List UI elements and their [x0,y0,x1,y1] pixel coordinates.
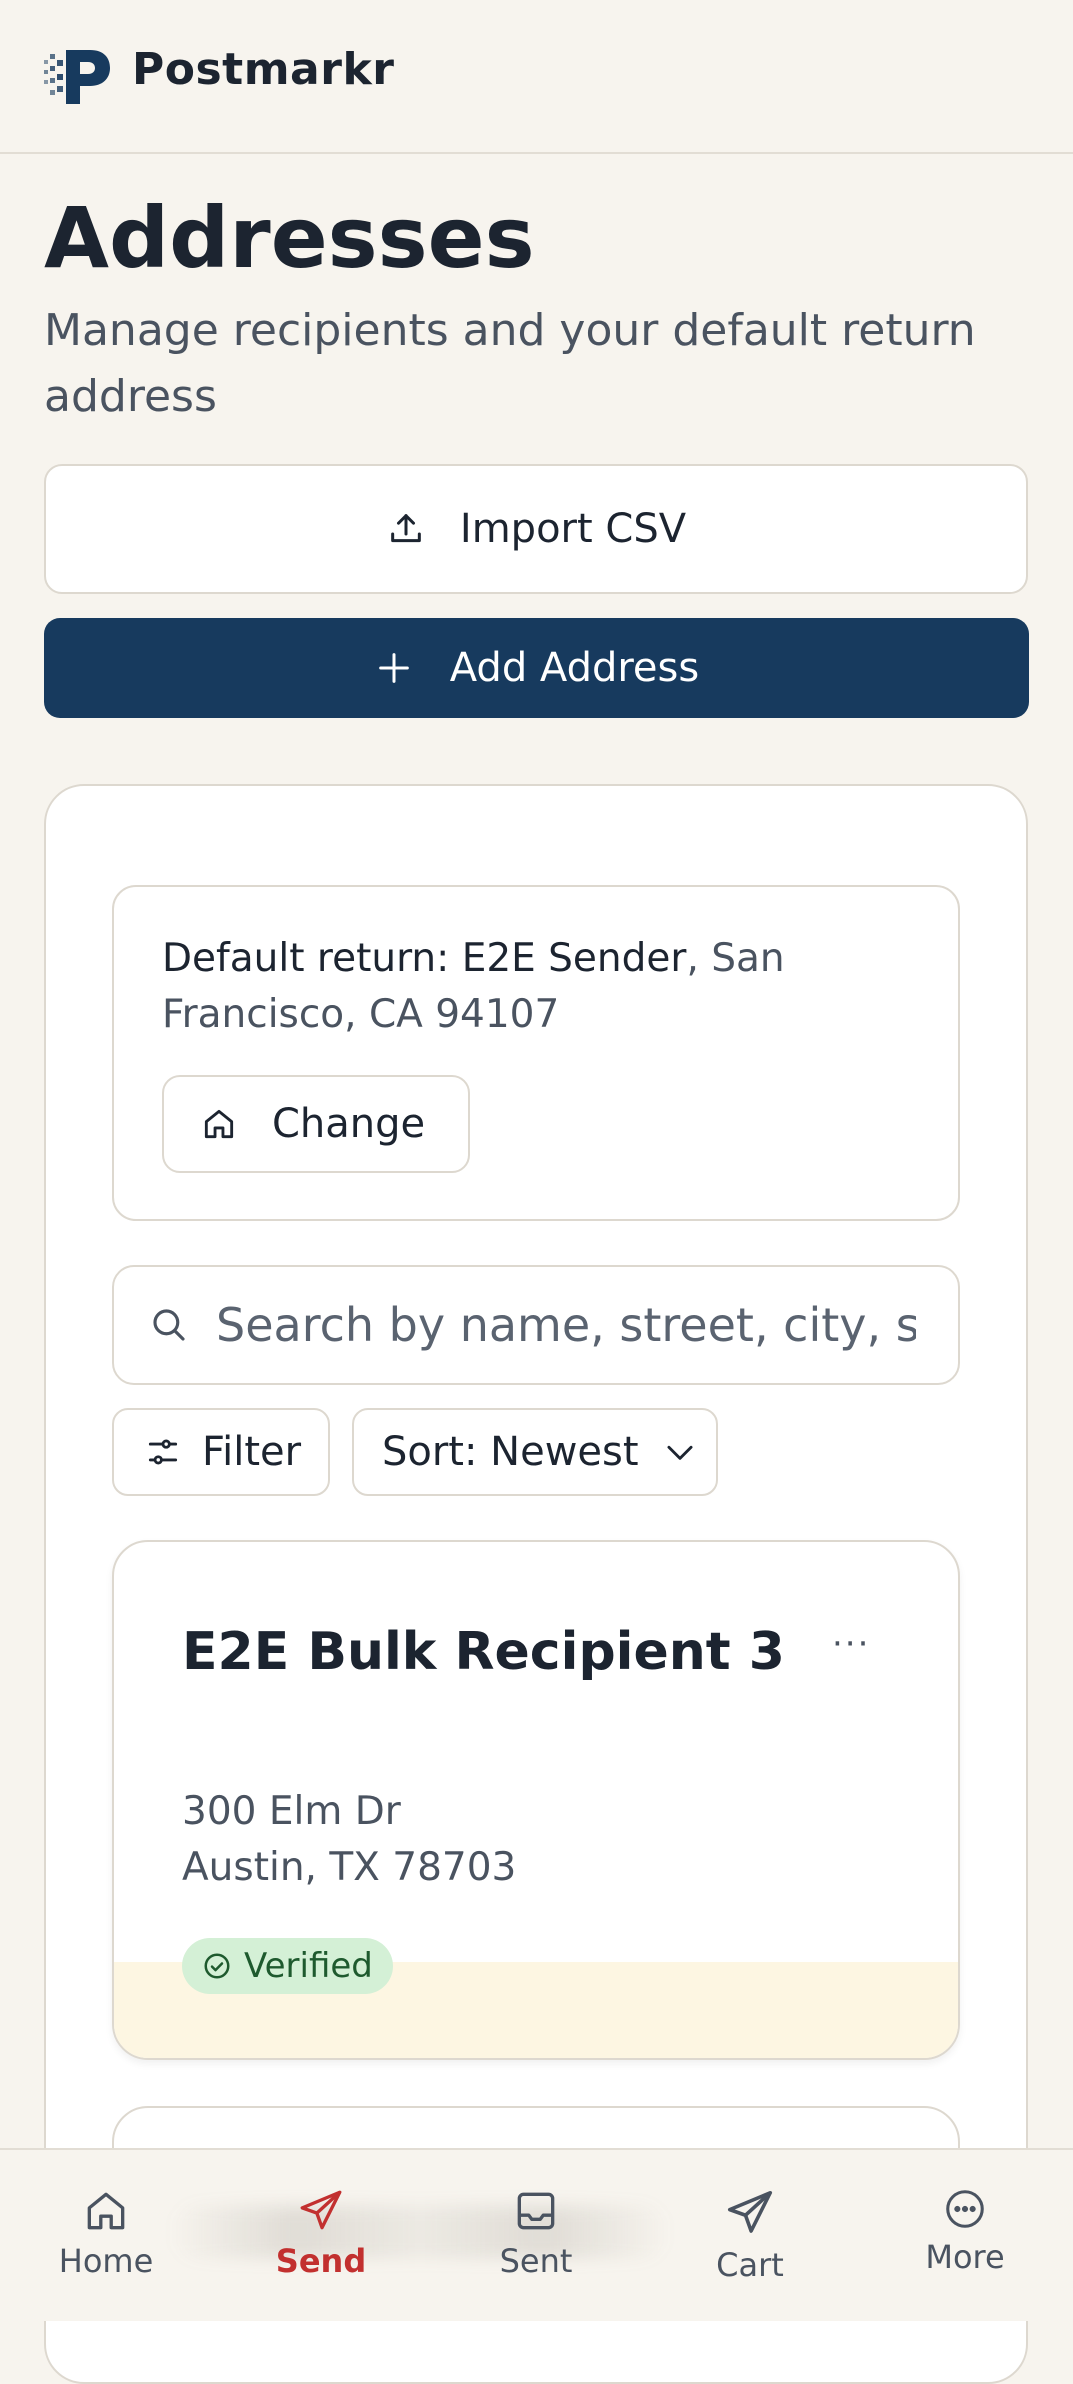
search-icon [153,1309,185,1341]
recipient-name: E2E Bulk Recipient 3 [182,1622,785,1682]
nav-send[interactable]: Send [251,2186,391,2280]
filter-button[interactable]: Filter [112,1408,330,1496]
default-return-text: Default return: E2E Sender, San Francisc… [162,931,922,1043]
street-line: 300 Elm Dr [182,1789,401,1834]
nav-home[interactable]: Home [36,2186,176,2280]
recipient-address: 300 Elm Dr Austin, TX 78703 [182,1784,516,1896]
add-address-label: Add Address [449,645,700,691]
import-csv-button[interactable]: Import CSV [44,464,1028,594]
nav-sent-label: Sent [499,2242,573,2280]
chevron-down-icon [667,1445,693,1460]
top-bar: Postmarkr [0,0,1073,154]
sliders-icon [148,1439,178,1465]
nav-cart[interactable]: Cart [680,2186,820,2284]
page-title: Addresses [44,189,535,287]
page-subtitle: Manage recipients and your default retur… [44,305,976,422]
address-card[interactable]: E2E Bulk Recipient 3 ··· 300 Elm Dr Aust… [112,1540,960,2060]
more-icon [946,2190,984,2228]
nav-more-label: More [925,2238,1005,2276]
search-input[interactable] [216,1298,916,1352]
verified-badge: Verified [182,1938,393,1994]
brand-name[interactable]: Postmarkr [132,44,394,95]
nav-home-label: Home [58,2242,154,2280]
check-circle-icon [204,1953,230,1979]
nav-more[interactable]: More [895,2186,1035,2276]
home-icon [204,1109,234,1139]
verified-label: Verified [244,1946,373,1986]
change-label: Change [272,1101,426,1147]
sort-label: Sort: Newest [382,1429,639,1475]
more-options-icon[interactable]: ··· [832,1624,870,1664]
nav-sent[interactable]: Sent [466,2186,606,2280]
postmarkr-logo-icon[interactable] [42,46,112,106]
return-name: E2E Sender [461,936,687,981]
plus-icon [378,653,409,683]
search-bar [112,1265,960,1385]
return-prefix: Default return: [162,936,462,981]
cart-icon [727,2190,773,2233]
inbox-icon [517,2192,555,2230]
import-csv-label: Import CSV [459,506,687,552]
nav-cart-label: Cart [716,2246,784,2284]
filter-label: Filter [202,1429,302,1475]
city-line: Austin, TX 78703 [182,1845,517,1890]
nav-send-label: Send [275,2242,367,2280]
sort-dropdown[interactable]: Sort: Newest [352,1408,718,1496]
add-address-button[interactable]: Add Address [44,618,1029,718]
change-return-button[interactable]: Change [162,1075,470,1173]
home-icon [87,2192,125,2230]
bottom-nav: Home Send Sent Cart More [0,2148,1073,2321]
upload-icon [391,514,421,543]
default-return-card: Default return: E2E Sender, San Francisc… [112,885,960,1221]
send-icon [300,2190,342,2230]
